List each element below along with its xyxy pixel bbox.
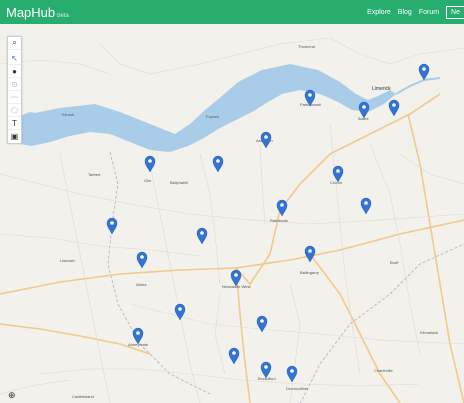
nav-forum-link[interactable]: Forum — [419, 9, 439, 16]
place-label: Castleisland — [72, 394, 94, 399]
drawing-toolbar: ⌕ ↖ ● ⊙ 〰 ⬡ T ▣ — [7, 36, 22, 144]
line-tool-icon[interactable]: 〰 — [8, 91, 21, 104]
place-label: Thomond — [298, 44, 315, 49]
pin-tool-icon[interactable]: ⊙ — [8, 78, 21, 91]
polygon-tool-icon[interactable]: ⬡ — [8, 104, 21, 117]
place-label: Glin — [144, 178, 151, 183]
place-label: Limerick — [372, 86, 391, 92]
beta-badge: beta — [57, 12, 69, 19]
text-tool-icon[interactable]: T — [8, 117, 21, 130]
new-map-button[interactable]: Ne — [446, 5, 464, 19]
place-label: Ballingarry — [300, 270, 319, 275]
place-label: Charleville — [374, 368, 393, 373]
place-label: Rathkeale — [270, 218, 289, 223]
place-label: Foynes — [206, 114, 219, 119]
locate-me-icon[interactable]: ⊕ — [8, 390, 16, 401]
map-svg: ThomondLimerickKilrushTarbertFoynesAskea… — [0, 24, 464, 403]
app-name: MapHub — [6, 4, 56, 20]
cursor-icon[interactable]: ↖ — [8, 52, 21, 65]
place-label: Kilrush — [62, 112, 74, 117]
place-label: Athea — [136, 282, 147, 287]
app-logo[interactable]: MapHub beta — [6, 5, 69, 20]
place-label: Tarbert — [88, 172, 101, 177]
place-label: Ballyhahill — [170, 180, 188, 185]
place-label: Kilmallock — [420, 330, 438, 335]
place-label: Bruff — [390, 260, 399, 265]
nav-blog-link[interactable]: Blog — [398, 9, 412, 16]
image-tool-icon[interactable]: ▣ — [8, 130, 21, 143]
map-canvas[interactable]: ThomondLimerickKilrushTarbertFoynesAskea… — [0, 24, 464, 403]
marker-tool-icon[interactable]: ● — [8, 65, 21, 78]
land-background — [0, 24, 464, 403]
main-nav: Explore Blog Forum Ne — [367, 0, 464, 24]
place-label: Listowel — [60, 258, 75, 263]
nav-explore-link[interactable]: Explore — [367, 9, 391, 16]
place-label: Dromcolliher — [286, 386, 309, 391]
top-navbar: MapHub beta Explore Blog Forum Ne — [0, 0, 464, 24]
place-label: Croom — [330, 180, 343, 185]
search-icon[interactable]: ⌕ — [8, 37, 21, 50]
